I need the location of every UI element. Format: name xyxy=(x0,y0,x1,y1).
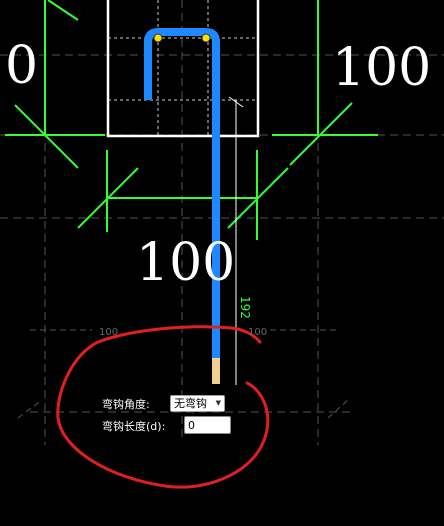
chevron-down-icon[interactable]: ▼ xyxy=(216,396,221,411)
dimension-tick xyxy=(47,0,79,21)
hook-angle-value: 无弯钩 xyxy=(174,397,207,410)
cad-canvas[interactable]: 0 100 100 100 100 192 弯钩角度: 无弯钩 ▼ 弯钩长度(d… xyxy=(0,0,444,526)
hook-length-label: 弯钩长度(d): xyxy=(102,420,166,433)
rebar-grip-left-icon[interactable] xyxy=(153,33,163,43)
dimension-tick xyxy=(14,104,79,169)
bar-length-label: 192 xyxy=(238,296,252,319)
hook-settings-panel: 弯钩角度: 无弯钩 ▼ 弯钩长度(d): xyxy=(96,392,246,436)
hook-angle-select[interactable]: 无弯钩 ▼ xyxy=(170,395,225,412)
reference-tick xyxy=(17,399,43,419)
rebar-grip-right-icon[interactable] xyxy=(201,33,211,43)
dim-right-value: 100 xyxy=(332,38,431,98)
rebar-tip[interactable] xyxy=(212,358,220,384)
dim-small-right: 100 xyxy=(248,327,267,338)
drawing-svg[interactable]: 0 100 100 100 100 192 xyxy=(0,0,444,526)
dim-small-left: 100 xyxy=(99,327,118,338)
reference-tick xyxy=(327,399,349,419)
dim-bottom-value: 100 xyxy=(136,233,235,293)
hook-length-input[interactable] xyxy=(184,416,231,434)
dim-left-value: 0 xyxy=(5,36,38,96)
hook-angle-label: 弯钩角度: xyxy=(102,398,150,411)
